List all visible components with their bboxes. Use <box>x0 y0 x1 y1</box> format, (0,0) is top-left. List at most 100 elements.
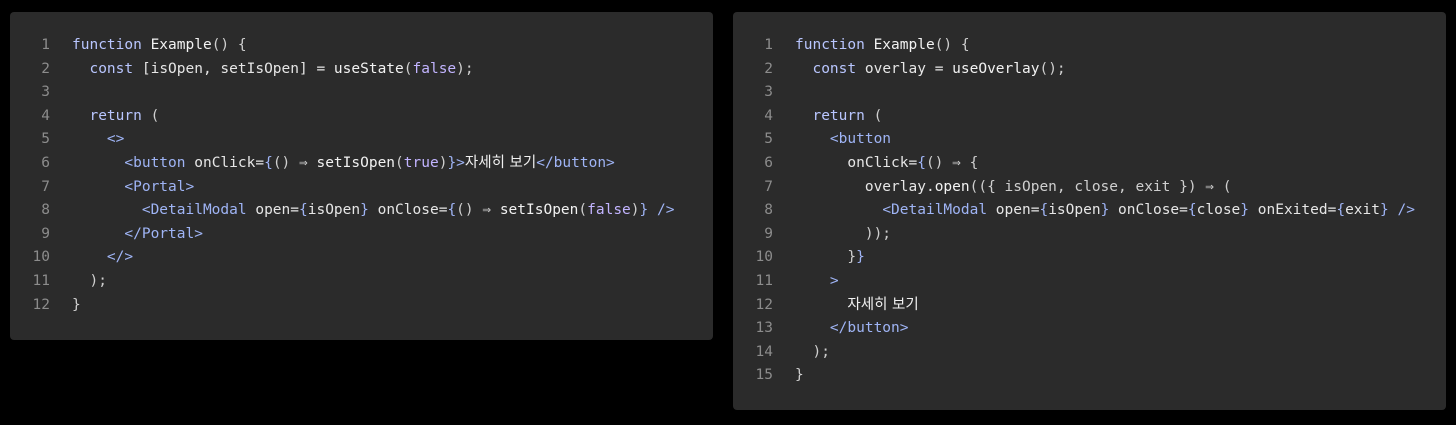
line-number: 4 <box>764 107 773 124</box>
code-token: () ⇒ { <box>925 154 979 171</box>
line-number: 12 <box>755 296 773 313</box>
code-token: ( <box>395 154 404 171</box>
code-panel-left: 1 function Example() {2 const [isOpen, se… <box>10 12 713 340</box>
code-token: () ⇒ <box>272 154 317 171</box>
code-token: const <box>89 60 134 77</box>
code-line: 10 }} <box>733 246 1446 270</box>
code-token: return <box>89 107 142 124</box>
line-number: 3 <box>41 84 50 101</box>
code-token: setIsOpen <box>499 202 579 219</box>
code-text: <button onClick={() ⇒ setIsOpen(true)}>자… <box>50 152 615 176</box>
code-token: <DetailModal <box>882 202 988 219</box>
line-number: 9 <box>764 225 773 242</box>
code-token: { <box>1039 202 1049 219</box>
code-token: } <box>1240 202 1250 219</box>
code-text: function Example() { <box>773 34 970 58</box>
code-text: } <box>50 294 81 318</box>
code-line: 6 <button onClick={() ⇒ setIsOpen(true)}… <box>10 152 713 176</box>
code-token: const <box>812 60 857 77</box>
code-token: /> <box>1397 202 1415 219</box>
code-line: 2 const [isOpen, setIsOpen] = useState(f… <box>10 58 713 82</box>
line-number: 4 <box>41 107 50 124</box>
code-text: return ( <box>773 105 882 129</box>
code-token: </button> <box>536 154 615 171</box>
code-text: > <box>773 270 839 294</box>
code-line: 9 </Portal> <box>10 223 713 247</box>
code-token: { <box>299 202 308 219</box>
code-text: function Example() { <box>50 34 247 58</box>
code-token: <button <box>829 131 892 148</box>
code-text: </Portal> <box>50 223 203 247</box>
code-text: return ( <box>50 105 159 129</box>
code-token: <> <box>106 131 125 148</box>
code-token: } <box>447 154 457 171</box>
code-token: 자세히 보기 <box>464 154 537 171</box>
line-number: 13 <box>755 320 773 337</box>
code-token: function <box>72 37 142 53</box>
code-token: } <box>856 249 865 266</box>
code-token: true <box>403 154 439 171</box>
code-line: 13 </button> <box>733 317 1446 341</box>
code-line: 7 <Portal> <box>10 176 713 200</box>
code-token: function <box>795 37 865 53</box>
line-number: 10 <box>755 249 773 266</box>
code-token: [isOpen, setIsOpen] = <box>133 60 334 77</box>
code-line: 12} <box>10 294 713 318</box>
code-text: onClick={() ⇒ { <box>773 152 978 176</box>
code-token: isOpen <box>307 202 361 219</box>
code-token: onClick= <box>795 154 918 171</box>
code-token: overlay. <box>795 178 935 195</box>
line-number: 15 <box>755 367 773 384</box>
code-line: 8 <DetailModal open={isOpen} onClose={cl… <box>733 199 1446 223</box>
code-token: (({ isOpen, close, exit }) ⇒ ( <box>969 178 1232 195</box>
code-token: ( <box>578 202 588 219</box>
code-token: onClose= <box>1109 202 1188 219</box>
code-line: 4 return ( <box>733 105 1446 129</box>
code-token: ) <box>630 202 640 219</box>
code-token: return <box>812 107 865 124</box>
line-number: 12 <box>32 296 50 313</box>
code-line: 9 )); <box>733 223 1446 247</box>
code-line: 1 function Example() { <box>10 34 713 58</box>
line-number: 2 <box>41 60 50 77</box>
code-line: 3 <box>10 81 713 105</box>
code-token: } <box>1380 202 1389 219</box>
code-text: ); <box>773 341 829 365</box>
code-token: overlay = <box>856 60 953 77</box>
code-text: <DetailModal open={isOpen} onClose={() ⇒… <box>50 199 675 223</box>
code-token: ); <box>89 272 107 289</box>
code-token: onExited= <box>1249 202 1337 219</box>
code-token: <Portal> <box>124 178 195 195</box>
code-token: open <box>934 178 970 195</box>
code-token: useState <box>333 60 404 77</box>
code-line: 7 overlay.open(({ isOpen, close, exit })… <box>733 176 1446 200</box>
line-number: 1 <box>764 37 773 53</box>
line-number: 11 <box>755 272 773 289</box>
code-token: Example <box>873 37 935 53</box>
code-token: open= <box>987 202 1040 219</box>
code-line: 10 </> <box>10 246 713 270</box>
code-line: 5 <> <box>10 128 713 152</box>
line-number: 9 <box>41 225 50 242</box>
code-token: exit <box>1345 202 1380 219</box>
code-token: false <box>587 202 631 219</box>
code-text: overlay.open(({ isOpen, close, exit }) ⇒… <box>773 176 1232 200</box>
code-text: }} <box>773 246 865 270</box>
code-text: const [isOpen, setIsOpen] = useState(fal… <box>50 58 473 82</box>
code-token: onClick= <box>185 154 265 171</box>
code-line: 6 onClick={() ⇒ { <box>733 152 1446 176</box>
code-line: 11 > <box>733 270 1446 294</box>
